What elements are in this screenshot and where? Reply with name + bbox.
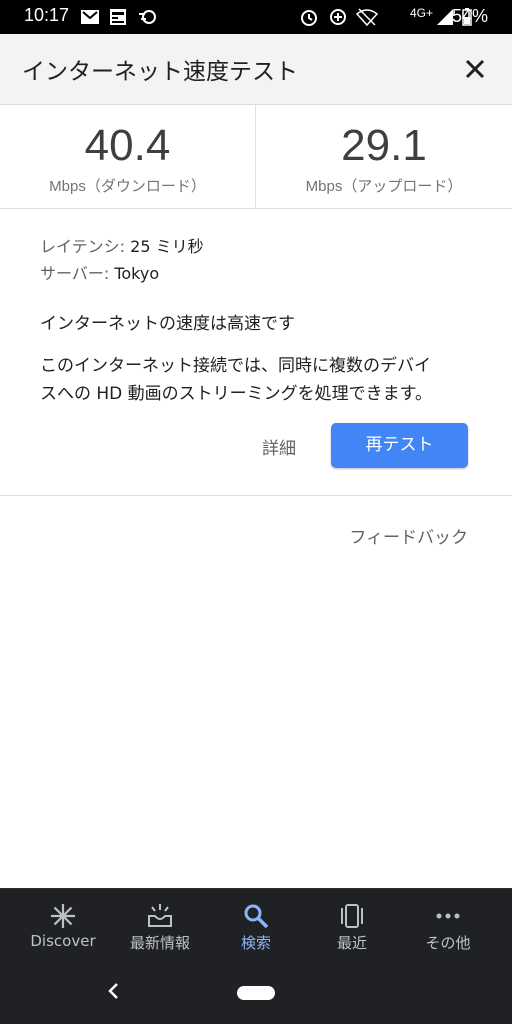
updates-inbox-icon	[148, 904, 172, 927]
nav-label: Discover	[30, 932, 96, 950]
server-value: Tokyo	[114, 264, 160, 283]
alarm-icon	[301, 10, 317, 26]
search-icon	[244, 904, 269, 929]
nav-label: その他	[425, 934, 471, 952]
download-speed-value: 40.4	[84, 121, 171, 170]
result-details: レイテンシ: 25 ミリ秒 サーバー: Tokyo インターネットの速度は高速で…	[40, 233, 480, 408]
home-pill[interactable]	[237, 986, 275, 1000]
nav-label: 最近	[336, 934, 367, 952]
server-row: サーバー: Tokyo	[40, 260, 480, 287]
news-icon	[110, 9, 126, 25]
speed-description: このインターネット接続では、同時に複数のデバイ スへの HD 動画のストリーミン…	[40, 352, 480, 408]
feedback-link[interactable]: フィードバック	[349, 523, 468, 548]
battery-percent: 54%	[451, 6, 488, 26]
payment-icon	[139, 10, 156, 24]
nav-recent[interactable]: 最近	[301, 889, 403, 961]
back-chevron-icon[interactable]	[102, 980, 124, 1002]
close-icon[interactable]	[458, 52, 492, 86]
description-line-2: スへの HD 動画のストリーミングを処理できます。	[40, 384, 432, 404]
nav-label: 検索	[240, 934, 271, 952]
wifi-off-icon	[356, 8, 378, 26]
nav-discover[interactable]: Discover	[12, 889, 114, 961]
description-line-1: このインターネット接続では、同時に複数のデバイ	[40, 356, 431, 376]
more-dots-icon	[436, 913, 460, 919]
data-saver-icon	[330, 9, 346, 25]
latency-label: レイテンシ:	[40, 237, 131, 256]
server-label: サーバー:	[40, 264, 115, 283]
latency-value: 25 ミリ秒	[130, 237, 204, 256]
divider	[0, 495, 512, 496]
bottom-navigation: Discover 最新情報 検索 最近 その他	[0, 888, 512, 961]
nav-updates[interactable]: 最新情報	[109, 889, 211, 961]
upload-speed-value: 29.1	[341, 121, 427, 170]
details-button[interactable]: 詳細	[262, 434, 296, 459]
status-time: 10:17	[24, 5, 70, 25]
recent-cards-icon	[341, 904, 363, 928]
upload-speed-label: Mbps（アップロード）	[305, 178, 463, 195]
upload-result: 29.1 Mbps（アップロード）	[256, 105, 512, 208]
system-navigation-bar	[0, 960, 512, 1024]
nav-more[interactable]: その他	[397, 889, 499, 961]
speed-results: 40.4 Mbps（ダウンロード） 29.1 Mbps（アップロード）	[0, 105, 512, 209]
latency-row: レイテンシ: 25 ミリ秒	[40, 233, 480, 260]
asterisk-icon	[51, 904, 75, 928]
app-header: インターネット速度テスト	[0, 34, 512, 105]
nav-search[interactable]: 検索	[205, 889, 307, 961]
network-type: 4G+	[410, 6, 434, 20]
download-result: 40.4 Mbps（ダウンロード）	[0, 105, 256, 208]
nav-label: 最新情報	[129, 934, 190, 952]
retest-button[interactable]: 再テスト	[331, 423, 468, 468]
gmail-icon	[81, 10, 99, 24]
status-bar: 10:17 4G+ 54%	[0, 0, 512, 34]
page-title: インターネット速度テスト	[22, 59, 298, 85]
speed-status-message: インターネットの速度は高速です	[40, 314, 295, 334]
download-speed-label: Mbps（ダウンロード）	[49, 178, 206, 195]
